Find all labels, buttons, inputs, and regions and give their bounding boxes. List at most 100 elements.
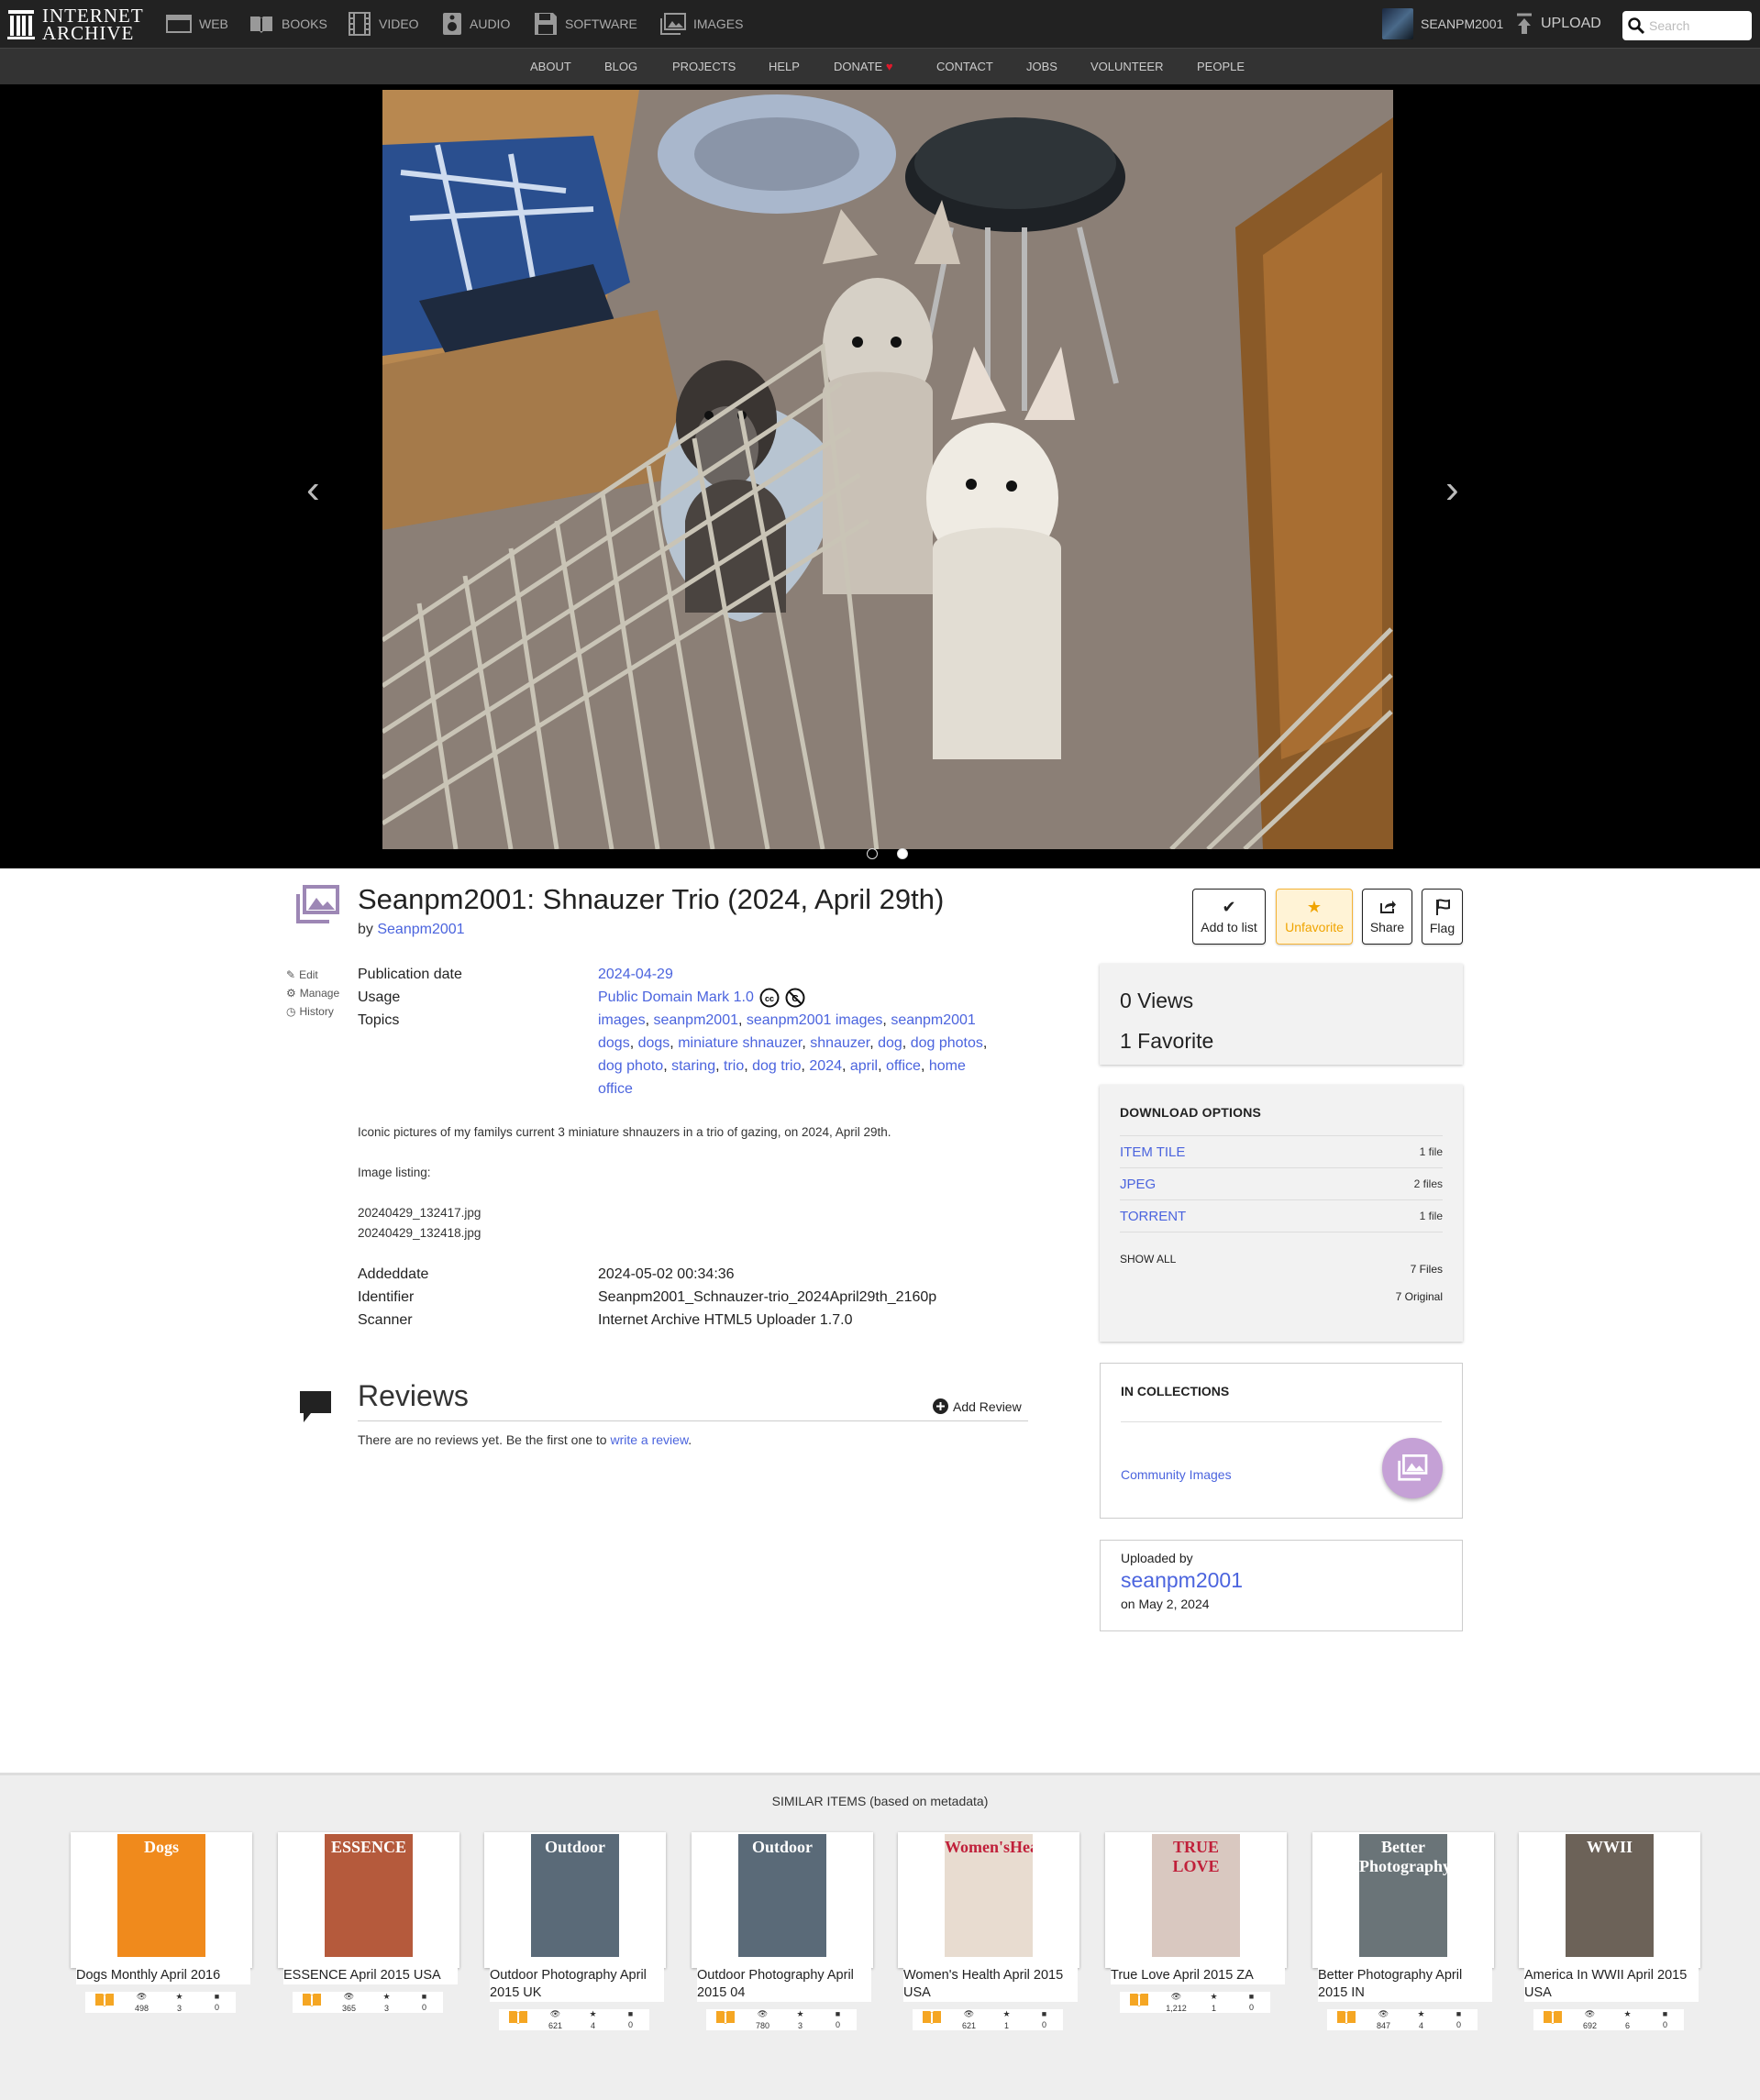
share-button[interactable]: Share	[1362, 889, 1412, 945]
add-to-list-button[interactable]: ✔ Add to list	[1192, 889, 1266, 945]
history-link[interactable]: ◷ History	[286, 1002, 339, 1021]
carousel-dot-2[interactable]	[897, 848, 908, 859]
similar-item-title[interactable]: ESSENCE April 2015 USA	[283, 1967, 458, 1984]
similar-item-title[interactable]: Dogs Monthly April 2016	[76, 1967, 250, 1984]
nav-video[interactable]: VIDEO	[348, 11, 419, 37]
nav-books[interactable]: BOOKS	[249, 11, 327, 37]
similar-item-tile[interactable]: Outdoor Outdoor Photography April 2015 04…	[692, 1832, 873, 2030]
manage-link[interactable]: ⚙ Manage	[286, 984, 339, 1002]
subnav-help[interactable]: HELP	[769, 60, 834, 73]
fav-count: 4	[590, 2021, 595, 2030]
magazine-cover[interactable]: Outdoor	[738, 1834, 826, 1957]
topic-link[interactable]: seanpm2001 images	[747, 1012, 883, 1028]
subnav-people[interactable]: PEOPLE	[1197, 60, 1261, 73]
magazine-cover[interactable]: TRUE LOVE	[1152, 1834, 1240, 1957]
addeddate-label: Addeddate	[358, 1266, 429, 1282]
scanner-label: Scanner	[358, 1312, 413, 1328]
nav-images[interactable]: IMAGES	[660, 11, 743, 37]
subnav-contact[interactable]: CONTACT	[936, 60, 1026, 73]
edit-link[interactable]: ✎ Edit	[286, 966, 339, 984]
show-all-link[interactable]: SHOW ALL	[1120, 1253, 1176, 1266]
topic-link[interactable]: office	[886, 1058, 921, 1074]
collection-link[interactable]: Community Images	[1121, 1467, 1232, 1482]
similar-item-title[interactable]: Better Photography April 2015 IN	[1318, 1967, 1492, 2002]
no-reviews-text: There are no reviews yet. Be the first o…	[358, 1432, 692, 1447]
topic-link[interactable]: dogs	[638, 1035, 670, 1051]
similar-item-tile[interactable]: TRUE LOVE True Love April 2015 ZA 👁 1,212 ★ 1…	[1105, 1832, 1287, 2013]
search-box[interactable]	[1622, 11, 1752, 40]
similar-item-tile[interactable]: Outdoor Outdoor Photography April 2015 UK…	[484, 1832, 666, 2030]
search-input[interactable]	[1649, 18, 1750, 33]
subnav-volunteer[interactable]: VOLUNTEER	[1090, 60, 1197, 73]
download-row-torrent[interactable]: TORRENT 1 file	[1120, 1199, 1443, 1232]
prev-image-chevron-icon[interactable]: ‹	[306, 470, 320, 510]
subnav-blog[interactable]: BLOG	[604, 60, 672, 73]
similar-item-tile[interactable]: WWII America In WWII April 2015 USA 👁 692 ★ 6…	[1519, 1832, 1700, 2030]
nav-audio[interactable]: AUDIO	[442, 11, 510, 37]
write-review-link[interactable]: write a review	[610, 1432, 688, 1447]
carousel-dot-1[interactable]	[867, 848, 878, 859]
upload-icon	[1517, 13, 1532, 34]
collection-image-icon[interactable]	[1382, 1438, 1443, 1498]
subnav-jobs[interactable]: JOBS	[1026, 60, 1090, 73]
similar-item-tile[interactable]: Dogs Dogs Monthly April 2016 👁 498 ★ 3 ■ 0	[71, 1832, 252, 2013]
topic-link[interactable]: seanpm2001	[653, 1012, 738, 1028]
topic-link[interactable]: dog	[878, 1035, 902, 1051]
topic-link[interactable]: dog photo	[598, 1058, 663, 1074]
software-icon	[535, 13, 557, 35]
topic-link[interactable]: staring	[671, 1058, 715, 1074]
internet-archive-logo[interactable]: INTERNET ARCHIVE	[7, 6, 144, 44]
download-row-item-tile[interactable]: ITEM TILE 1 file	[1120, 1135, 1443, 1167]
topic-link[interactable]: images	[598, 1012, 646, 1028]
similar-item-title[interactable]: America In WWII April 2015 USA	[1524, 1967, 1699, 2002]
comment-icon: ■	[627, 2009, 634, 2018]
identifier-label: Identifier	[358, 1289, 415, 1305]
topic-link[interactable]: miniature shnauzer	[678, 1035, 802, 1051]
similar-item-title[interactable]: Women's Health April 2015 USA	[903, 1967, 1078, 2002]
similar-item-title[interactable]: Outdoor Photography April 2015 UK	[490, 1967, 664, 2002]
svg-text:cc: cc	[765, 994, 774, 1003]
topic-link[interactable]: shnauzer	[810, 1035, 869, 1051]
uploader-link[interactable]: seanpm2001	[1121, 1568, 1442, 1593]
views-count: 0 Views	[1120, 989, 1194, 1012]
unfavorite-button[interactable]: ★ Unfavorite	[1276, 889, 1353, 945]
subnav-donate[interactable]: DONATE ♥	[834, 60, 936, 73]
magazine-cover[interactable]: ESSENCE	[325, 1834, 413, 1957]
magazine-cover[interactable]: Outdoor	[531, 1834, 619, 1957]
byline: by Seanpm2001	[358, 922, 465, 937]
topic-link[interactable]: 2024	[809, 1058, 842, 1074]
upload-date: on May 2, 2024	[1121, 1597, 1210, 1611]
audio-icon	[443, 13, 461, 35]
nav-web[interactable]: WEB	[166, 11, 228, 37]
topic-link[interactable]: trio	[724, 1058, 744, 1074]
similar-item-title[interactable]: Outdoor Photography April 2015 04	[697, 1967, 871, 2002]
magazine-cover[interactable]: WWII	[1566, 1834, 1654, 1957]
topic-link[interactable]: april	[850, 1058, 878, 1074]
similar-item-title[interactable]: True Love April 2015 ZA	[1111, 1967, 1285, 1984]
search-icon[interactable]	[1627, 17, 1645, 35]
similar-item-tile[interactable]: Women'sHealth Women's Health April 2015 U…	[898, 1832, 1079, 2030]
flag-button[interactable]: Flag	[1422, 889, 1463, 945]
item-photo[interactable]	[382, 90, 1393, 849]
user-menu[interactable]: SEANPM2001	[1382, 7, 1503, 40]
similar-item-tile[interactable]: Better Photography Better Photography Apr…	[1312, 1832, 1494, 2030]
nav-software[interactable]: SOFTWARE	[534, 11, 637, 37]
topic-link[interactable]: dog photos	[911, 1035, 983, 1051]
collections-title: IN COLLECTIONS	[1121, 1384, 1230, 1398]
magazine-cover[interactable]: Women'sHealth	[945, 1834, 1033, 1957]
publication-date-link[interactable]: 2024-04-29	[598, 963, 673, 986]
topic-link[interactable]: dog trio	[752, 1058, 801, 1074]
magazine-cover[interactable]: Dogs	[117, 1834, 205, 1957]
author-link[interactable]: Seanpm2001	[377, 922, 464, 937]
view-count: 621	[548, 2021, 563, 2030]
subnav-projects[interactable]: PROJECTS	[672, 60, 769, 73]
download-row-jpeg[interactable]: JPEG 2 files	[1120, 1167, 1443, 1199]
add-review-button[interactable]: Add Review	[933, 1398, 1022, 1414]
similar-item-tile[interactable]: ESSENCE ESSENCE April 2015 USA 👁 365 ★ 3 ■ 0	[278, 1832, 459, 2013]
upload-button[interactable]: UPLOAD	[1515, 11, 1601, 37]
magazine-cover[interactable]: Better Photography	[1359, 1834, 1447, 1957]
subnav-about[interactable]: ABOUT	[530, 60, 604, 73]
clock-icon: ◷	[286, 1005, 296, 1018]
next-image-chevron-icon[interactable]: ›	[1445, 470, 1459, 510]
license-link[interactable]: Public Domain Mark 1.0	[598, 986, 754, 1009]
